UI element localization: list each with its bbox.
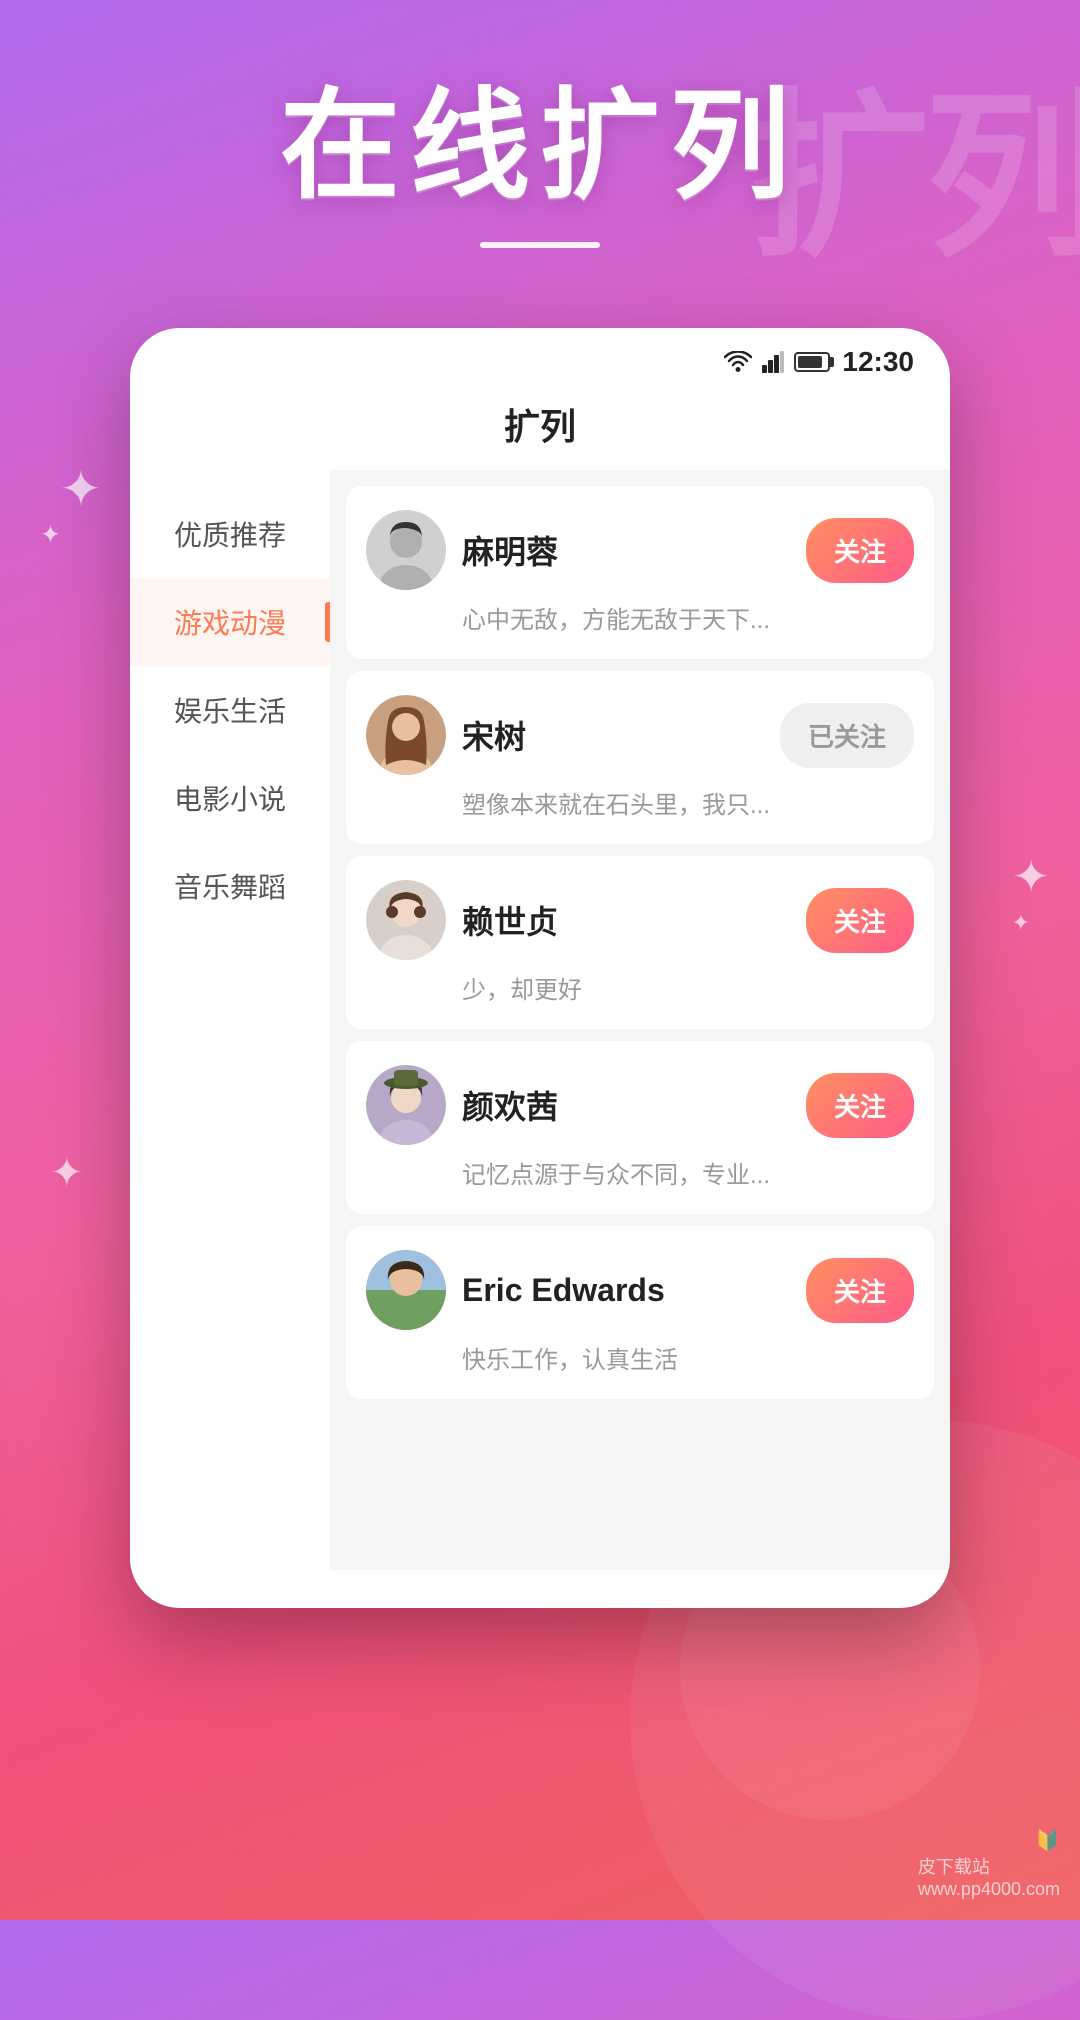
sidebar-item-entertainment[interactable]: 娱乐生活 xyxy=(130,666,330,754)
user-name-4: 颜欢茜 xyxy=(462,1082,790,1128)
user-card-2-top: 宋树 已关注 xyxy=(366,695,914,775)
sparkle-1: ✦ xyxy=(60,460,102,518)
user-avatar-4 xyxy=(366,1065,446,1145)
user-name-3: 赖世贞 xyxy=(462,897,790,943)
content-area: 优质推荐 游戏动漫 娱乐生活 电影小说 音乐舞蹈 xyxy=(130,470,950,1570)
sparkle-2: ✦ xyxy=(40,520,61,550)
page-title: 在线扩列 xyxy=(0,80,1080,212)
user-name-5: Eric Edwards xyxy=(462,1272,790,1309)
user-list: 麻明蓉 关注 心中无敌，方能无敌于天下... xyxy=(330,470,950,1570)
user-card-3: 赖世贞 关注 少，却更好 xyxy=(346,856,934,1029)
avatar-svg-5 xyxy=(366,1250,446,1330)
user-card-2: 宋树 已关注 塑像本来就在石头里，我只... xyxy=(346,671,934,844)
user-avatar-1 xyxy=(366,510,446,590)
watermark-icon: 🔰 xyxy=(918,1828,1060,1853)
phone-frame: 12:30 扩列 优质推荐 游戏动漫 娱乐生活 电影小说 音乐舞蹈 xyxy=(130,328,950,1608)
app-bar-title: 扩列 xyxy=(504,406,576,447)
battery-icon xyxy=(794,352,830,372)
avatar-svg-2 xyxy=(366,695,446,775)
follow-button-5[interactable]: 关注 xyxy=(806,1258,914,1323)
status-bar: 12:30 xyxy=(130,328,950,388)
avatar-svg-4 xyxy=(366,1065,446,1145)
user-bio-5: 快乐工作，认真生活 xyxy=(366,1340,914,1375)
follow-button-2[interactable]: 已关注 xyxy=(780,703,914,768)
user-card-1-top: 麻明蓉 关注 xyxy=(366,510,914,590)
avatar-svg-3 xyxy=(366,880,446,960)
sidebar: 优质推荐 游戏动漫 娱乐生活 电影小说 音乐舞蹈 xyxy=(130,470,330,1570)
user-avatar-3 xyxy=(366,880,446,960)
watermark: 🔰 皮下载站www.pp4000.com xyxy=(918,1828,1060,1900)
user-avatar-2 xyxy=(366,695,446,775)
follow-button-3[interactable]: 关注 xyxy=(806,888,914,953)
sidebar-item-movie-novel[interactable]: 电影小说 xyxy=(130,754,330,842)
user-card-3-top: 赖世贞 关注 xyxy=(366,880,914,960)
follow-button-1[interactable]: 关注 xyxy=(806,518,914,583)
user-card-1: 麻明蓉 关注 心中无敌，方能无敌于天下... xyxy=(346,486,934,659)
follow-button-4[interactable]: 关注 xyxy=(806,1073,914,1138)
status-icons xyxy=(724,351,830,373)
user-bio-2: 塑像本来就在石头里，我只... xyxy=(366,785,914,820)
user-name-1: 麻明蓉 xyxy=(462,527,790,573)
battery-fill xyxy=(798,356,822,368)
user-card-5-top: Eric Edwards 关注 xyxy=(366,1250,914,1330)
user-card-5: Eric Edwards 关注 快乐工作，认真生活 xyxy=(346,1226,934,1399)
status-time: 12:30 xyxy=(842,346,914,378)
user-avatar-5 xyxy=(366,1250,446,1330)
user-bio-4: 记忆点源于与众不同，专业... xyxy=(366,1155,914,1190)
user-bio-3: 少，却更好 xyxy=(366,970,914,1005)
sidebar-item-recommend[interactable]: 优质推荐 xyxy=(130,490,330,578)
header-divider xyxy=(480,242,600,248)
user-card-4-top: 颜欢茜 关注 xyxy=(366,1065,914,1145)
user-name-2: 宋树 xyxy=(462,712,764,758)
app-bar: 扩列 xyxy=(130,388,950,470)
header: 在线扩列 xyxy=(0,0,1080,288)
sidebar-item-music-dance[interactable]: 音乐舞蹈 xyxy=(130,842,330,930)
user-card-4: 颜欢茜 关注 记忆点源于与众不同，专业... xyxy=(346,1041,934,1214)
sidebar-item-game-anime[interactable]: 游戏动漫 xyxy=(130,578,330,666)
sparkle-4: ✦ xyxy=(1012,910,1030,936)
sparkle-5: ✦ xyxy=(50,1150,84,1196)
signal-icon xyxy=(762,351,784,373)
user-bio-1: 心中无敌，方能无敌于天下... xyxy=(366,600,914,635)
watermark-text: 皮下载站www.pp4000.com xyxy=(918,1853,1060,1900)
sparkle-3: ✦ xyxy=(1012,850,1050,903)
avatar-svg-1 xyxy=(366,510,446,590)
wifi-icon xyxy=(724,351,752,373)
